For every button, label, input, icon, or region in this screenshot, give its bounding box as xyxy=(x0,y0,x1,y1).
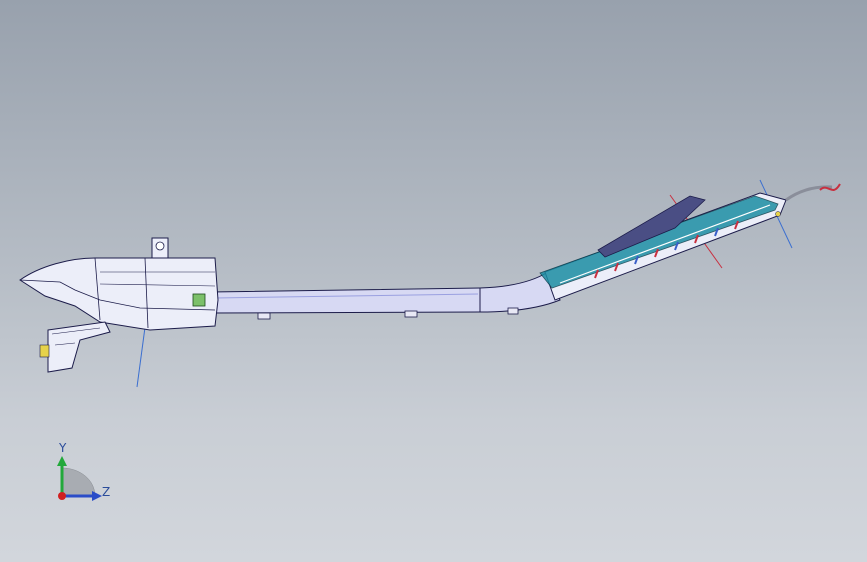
lower-bracket xyxy=(47,321,111,373)
right-bar-teal-strip xyxy=(539,195,779,289)
green-connector xyxy=(192,293,206,307)
left-housing xyxy=(19,257,219,331)
tube-clip-1 xyxy=(257,312,271,320)
cad-model[interactable] xyxy=(0,0,867,562)
tube-clip-2 xyxy=(404,310,418,318)
top-mount-hole xyxy=(155,241,165,251)
tube-body xyxy=(209,271,561,314)
y-axis-label: Y xyxy=(59,441,67,455)
cable-grey xyxy=(785,185,833,202)
graphics-viewport[interactable]: Y Z xyxy=(0,0,867,562)
triad-plane xyxy=(61,467,96,497)
right-bar-yellow-pin xyxy=(775,211,781,217)
x-axis-dot xyxy=(58,492,66,500)
z-axis-head xyxy=(92,491,102,501)
z-axis-label: Z xyxy=(102,485,111,499)
view-orientation-triad[interactable]: Y Z xyxy=(40,438,130,518)
y-axis-head xyxy=(57,456,67,466)
yellow-sensor xyxy=(39,344,50,358)
triad-graphic xyxy=(57,456,102,501)
tube-clip-3 xyxy=(507,307,519,315)
